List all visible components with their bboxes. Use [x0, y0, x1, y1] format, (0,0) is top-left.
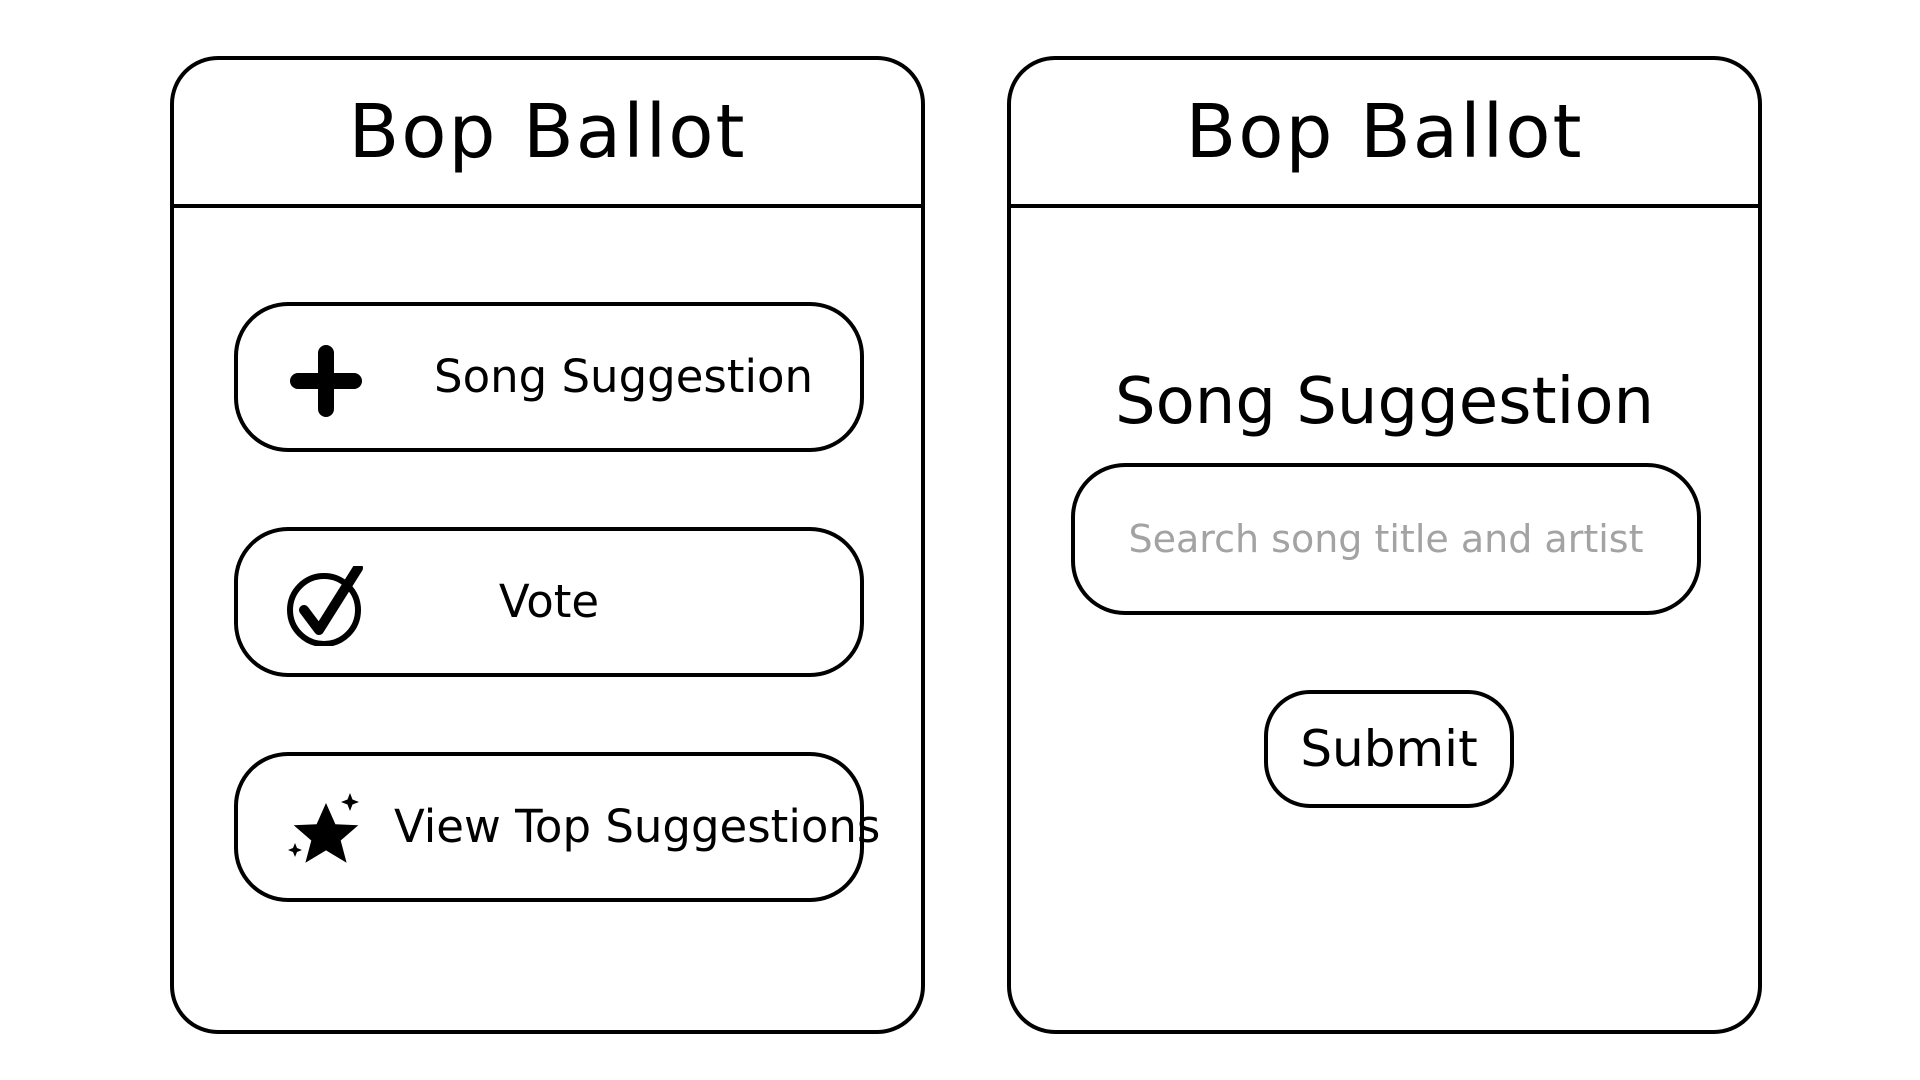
view-top-suggestions-button[interactable]: View Top Suggestions: [234, 752, 880, 902]
page-title: Song Suggestion: [1114, 365, 1655, 439]
sparkle-star-icon: [286, 791, 366, 871]
vote-button[interactable]: Vote: [234, 527, 864, 677]
plus-icon: [286, 341, 366, 421]
search-field: [1071, 463, 1701, 615]
home-screen: Bop Ballot Song Suggestion Vote View Top…: [170, 56, 925, 1034]
search-input[interactable]: [1075, 467, 1697, 611]
vote-label: Vote: [498, 575, 600, 628]
song-suggestion-label: Song Suggestion: [434, 350, 814, 403]
suggestion-header: Bop Ballot: [1011, 60, 1758, 208]
song-suggestion-button[interactable]: Song Suggestion: [234, 302, 864, 452]
view-top-suggestions-label: View Top Suggestions: [394, 800, 881, 853]
home-header: Bop Ballot: [174, 60, 921, 208]
app-title: Bop Ballot: [1185, 89, 1584, 175]
submit-button[interactable]: Submit: [1264, 690, 1514, 808]
song-suggestion-screen: Bop Ballot Song Suggestion Submit: [1007, 56, 1762, 1034]
app-title: Bop Ballot: [348, 89, 747, 175]
